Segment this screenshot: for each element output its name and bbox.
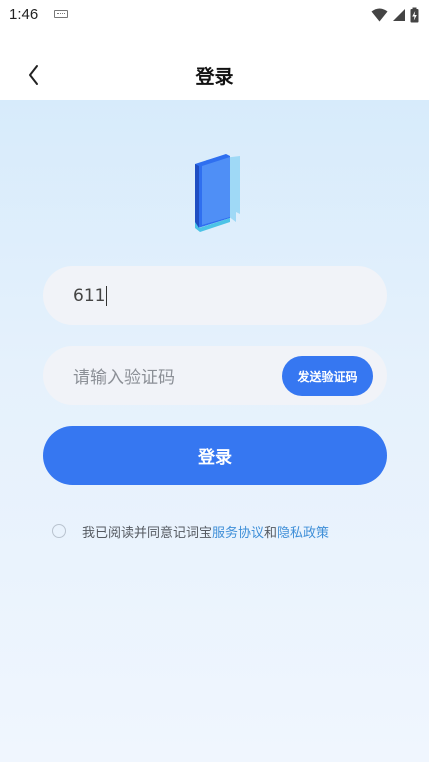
terms-link[interactable]: 服务协议 [212, 522, 264, 541]
send-code-button[interactable]: 发送验证码 [282, 356, 373, 396]
status-time: 1:46 [9, 6, 39, 23]
privacy-link[interactable]: 隐私政策 [277, 522, 329, 541]
book-logo-icon [195, 154, 240, 232]
login-button[interactable]: 登录 [43, 426, 387, 485]
agreement-checkbox[interactable] [52, 524, 66, 538]
phone-value: 611 [73, 285, 106, 306]
keyboard-icon [54, 10, 68, 18]
status-icons [371, 6, 419, 24]
wifi-icon [371, 8, 388, 22]
signal-icon [393, 9, 405, 21]
agreement-and: 和 [264, 525, 278, 541]
text-caret [106, 285, 108, 306]
code-placeholder: 请输入验证码 [73, 368, 175, 388]
agreement-text: 我已阅读并同意记词宝 [82, 525, 213, 541]
agreement-row: 我已阅读并同意记词宝 服务协议和隐私政策 [52, 521, 329, 541]
app-header: 登录 [0, 32, 429, 100]
phone-input[interactable]: 611 [43, 266, 387, 325]
status-bar: 1:46 [0, 0, 429, 32]
login-content: 611 请输入验证码 发送验证码 登录 我已阅读并同意记词宝 服务协议和隐私政策 [0, 100, 429, 762]
page-title: 登录 [195, 66, 234, 88]
battery-icon [410, 7, 419, 23]
